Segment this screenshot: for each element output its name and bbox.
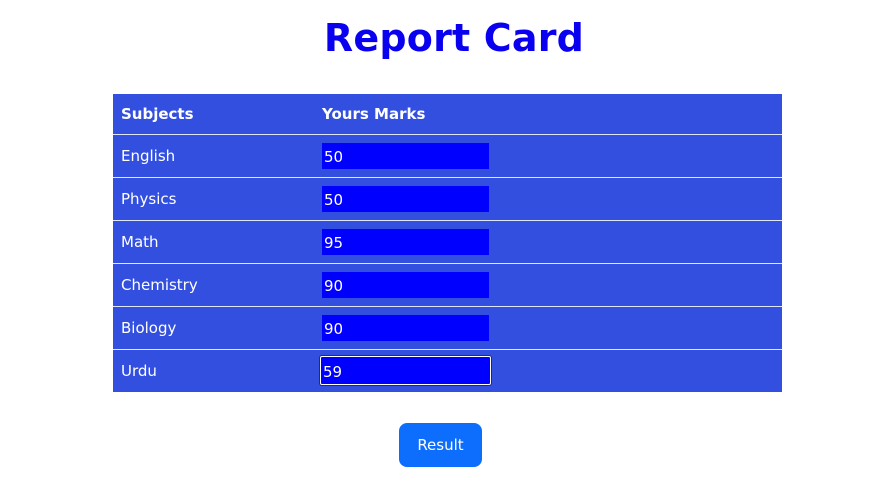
marks-cell (314, 220, 782, 264)
table-row: Math (113, 220, 782, 264)
marks-input-biology[interactable] (322, 314, 489, 341)
marks-cell (314, 349, 782, 392)
table-row: English (113, 134, 782, 178)
marks-cell (314, 306, 782, 350)
marks-table-container: Subjects Yours Marks English Physics (113, 94, 782, 392)
result-button[interactable]: Result (399, 423, 482, 467)
table-row: Urdu (113, 349, 782, 392)
header-subjects: Subjects (113, 94, 314, 135)
table-header-row: Subjects Yours Marks (113, 94, 782, 135)
subject-name: Chemistry (113, 263, 314, 307)
marks-input-chemistry[interactable] (322, 271, 489, 298)
page-title: Report Card (323, 16, 585, 60)
table-row: Chemistry (113, 263, 782, 307)
table-row: Biology (113, 306, 782, 350)
table-row: Physics (113, 177, 782, 221)
subject-name: Urdu (121, 361, 157, 380)
subject-name: English (113, 134, 314, 178)
marks-cell (314, 263, 782, 307)
marks-input-physics[interactable] (322, 185, 489, 212)
report-card-page: Report Card Subjects Yours Marks English… (0, 0, 888, 503)
subject-name: Physics (113, 177, 314, 221)
marks-input-math[interactable] (322, 228, 489, 255)
header-marks: Yours Marks (314, 94, 782, 135)
subject-name: Biology (113, 306, 314, 350)
marks-cell (314, 177, 782, 221)
marks-cell (314, 134, 782, 178)
marks-input-urdu[interactable] (320, 356, 491, 386)
subject-name: Math (113, 220, 314, 264)
marks-input-english[interactable] (322, 142, 489, 169)
marks-table: Subjects Yours Marks English Physics (113, 94, 782, 392)
